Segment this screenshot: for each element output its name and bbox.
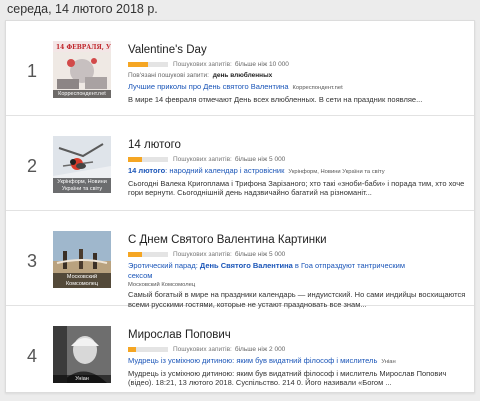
related-label: Пов'язані пошукові запити:	[128, 72, 209, 79]
search-volume: Пошукових запитів: більше ніж 10 000	[128, 60, 468, 69]
thumbnail-source: Укрінформ, Новини України та світу	[53, 178, 111, 193]
article-source: Уніан	[381, 359, 396, 365]
article-source: Корреспондент.net	[292, 85, 343, 91]
trend-title[interactable]: Мирослав Попович	[128, 328, 468, 342]
trend-rank: 3	[26, 251, 37, 271]
trend-title[interactable]: 14 лютого	[128, 138, 468, 152]
volume-label: Пошукових запитів:	[173, 156, 232, 163]
trend-rank: 4	[26, 346, 37, 366]
volume-value: більше ніж 10 000	[234, 61, 289, 68]
trend-rank: 2	[26, 156, 37, 176]
article-title-link[interactable]: Эротический парад: День Святого Валентин…	[128, 261, 428, 280]
trend-item[interactable]: 3 Московский Комсомолец С Днем Святого В…	[6, 211, 474, 309]
trend-rank: 1	[26, 61, 37, 81]
trend-title[interactable]: С Днем Святого Валентина Картинки	[128, 233, 468, 247]
trend-thumbnail[interactable]: Уніан	[53, 326, 111, 383]
article-title-text: Лучшие приколы про День святого Валентин…	[128, 82, 289, 91]
trend-thumbnail[interactable]: Московский Комсомолец	[53, 231, 111, 288]
search-volume: Пошукових запитів: більше ніж 5 000	[128, 155, 468, 164]
article-source: Укрінформ, Новини України та світу	[288, 169, 385, 175]
volume-bar	[128, 157, 168, 162]
volume-value: більше ніж 2 000	[234, 346, 286, 353]
article-snippet: В мире 14 февраля отмечают День всех влю…	[128, 94, 423, 104]
article-title-bold: День Святого Валентина	[199, 261, 293, 270]
volume-bar	[128, 347, 168, 352]
thumbnail-source: Московский Комсомолец	[53, 273, 111, 288]
volume-value: більше ніж 5 000	[234, 251, 286, 258]
article-source: Московский Комсомолец	[128, 282, 196, 288]
volume-label: Пошукових запитів:	[173, 346, 232, 353]
volume-label: Пошукових запитів:	[173, 61, 232, 68]
svg-text:14 ФЕВРАЛЯ, УРА: 14 ФЕВРАЛЯ, УРА	[56, 44, 111, 51]
article-title-link[interactable]: 14 лютого: народний календар і астровісн…	[128, 166, 468, 178]
article-title-link[interactable]: Мудрець із усміхною дитиною: яким був ви…	[128, 356, 468, 368]
trend-item[interactable]: 2 Укрінформ, Новини України та світу 14 …	[6, 116, 474, 211]
volume-bar	[128, 252, 168, 257]
related-queries: Пов'язані пошукові запити: день влюбленн…	[128, 72, 468, 80]
article-title-text: Мудрець із усміхною дитиною: яким був ви…	[128, 356, 378, 365]
article-title-text: : народний календар і астровісник	[165, 166, 285, 175]
article-source-row: Московский Комсомолец	[128, 281, 468, 289]
thumbnail-source: Корреспондент.net	[53, 89, 111, 98]
article-snippet: Сьогодні Валека Кригоплама і Трифона Зар…	[128, 178, 465, 198]
volume-label: Пошукових запитів:	[173, 251, 232, 258]
article-snippet: Мудрець із усміхною дитиною: яким був ви…	[128, 368, 447, 388]
thumbnail-source: Уніан	[53, 374, 111, 383]
volume-bar	[128, 62, 168, 67]
trend-thumbnail[interactable]: Укрінформ, Новини України та світу	[53, 136, 111, 193]
volume-value: більше ніж 5 000	[234, 156, 286, 163]
search-volume: Пошукових запитів: більше ніж 2 000	[128, 345, 468, 354]
article-title-link[interactable]: Лучшие приколы про День святого Валентин…	[128, 82, 468, 94]
article-title-bold: 14 лютого	[128, 166, 166, 175]
trend-thumbnail[interactable]: 14 ФЕВРАЛЯ, УРА Корреспондент.net	[53, 41, 111, 98]
search-volume: Пошукових запитів: більше ніж 5 000	[128, 250, 468, 259]
date-header: середа, 14 лютого 2018 р.	[7, 2, 158, 16]
trend-list: 1 14 ФЕВРАЛЯ, УРА Корреспондент.net Vale…	[5, 20, 475, 393]
trend-item[interactable]: 1 14 ФЕВРАЛЯ, УРА Корреспондент.net Vale…	[6, 21, 474, 116]
related-query-link[interactable]: день влюбленных	[213, 72, 273, 79]
article-title-text: Эротический парад:	[128, 261, 200, 270]
trend-title[interactable]: Valentine's Day	[128, 43, 468, 57]
trend-item[interactable]: 4 Уніан Мирослав Попович Пошукових запит…	[6, 306, 474, 392]
